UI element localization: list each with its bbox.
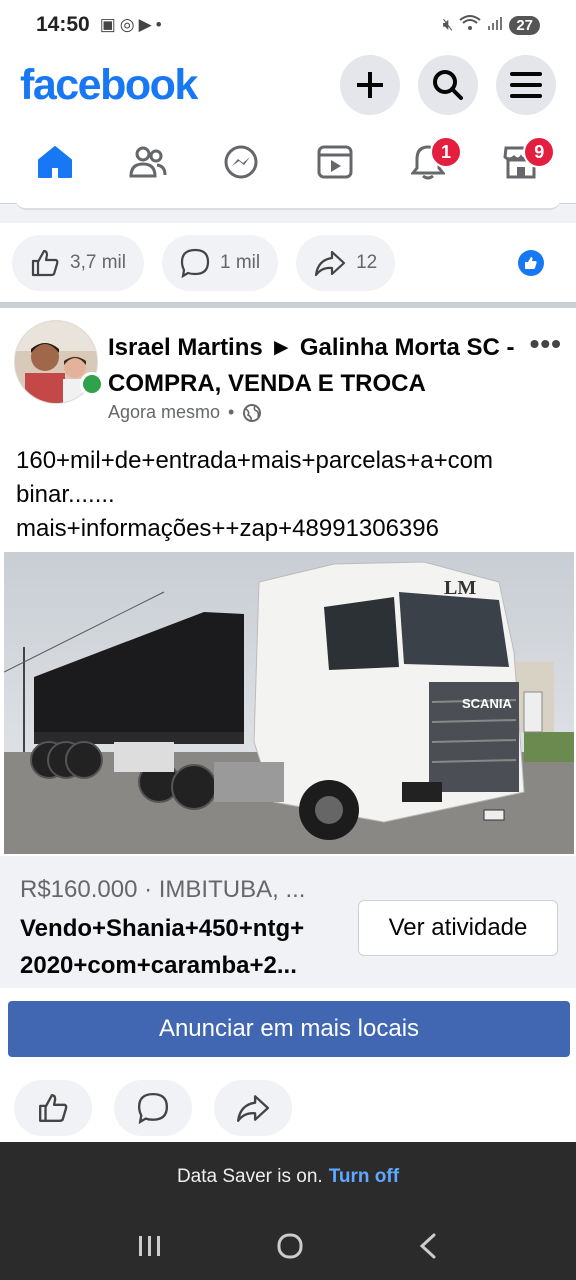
truck-logo: LM (444, 577, 476, 599)
like-count-button[interactable]: 3,7 mil (12, 235, 144, 291)
plus-icon (357, 72, 383, 98)
youtube-icon: ▶ (138, 15, 152, 34)
create-button[interactable] (340, 55, 400, 115)
post-time[interactable]: Agora mesmo (108, 402, 220, 423)
comment-icon (137, 1092, 169, 1124)
video-icon (317, 145, 353, 179)
listing-card[interactable]: R$160.000 · IMBITUBA, ... Vendo+Shania+4… (0, 856, 576, 988)
status-right: 🔇︎ 27 (443, 14, 540, 37)
notifications-badge: 1 (429, 136, 462, 168)
system-navigation-bar (0, 1212, 576, 1280)
data-saver-text: Data Saver is on. (176, 1166, 323, 1187)
status-time: 14:50 (36, 13, 90, 36)
status-notification-icons: ▣ ◎ ▶ • (100, 15, 162, 35)
share-icon (314, 250, 346, 277)
comment-count: 1 mil (219, 252, 261, 273)
tab-home[interactable] (25, 132, 85, 192)
app-header: facebook (0, 50, 576, 120)
share-count: 12 (356, 252, 378, 273)
dot-icon: • (155, 15, 162, 34)
post-author-and-group[interactable]: Israel Martins ► Galinha Morta SC - COMP… (108, 330, 528, 402)
globe-icon (243, 403, 262, 422)
post-actions (0, 1080, 576, 1140)
tab-watch[interactable] (305, 132, 365, 192)
facebook-logo[interactable]: facebook (20, 61, 198, 110)
main-nav: 1 9 (0, 122, 576, 202)
view-activity-button[interactable]: Ver atividade (358, 900, 558, 956)
gallery-icon: ▣ (99, 15, 116, 34)
previous-post-actions: 3,7 mil 1 mil 12 (0, 224, 576, 302)
post-body: 160+mil+de+entrada+mais+parcelas+a+com b… (16, 447, 493, 542)
back-icon[interactable] (417, 1232, 439, 1260)
search-icon (433, 70, 463, 100)
advertise-more-places-button[interactable]: Anunciar em mais locais (8, 1001, 570, 1057)
post-header: Israel Martins ► Galinha Morta SC - COMP… (0, 316, 576, 426)
tab-messenger[interactable] (211, 132, 271, 192)
friends-icon (129, 146, 167, 178)
home-circle-icon[interactable] (276, 1232, 304, 1260)
like-count: 3,7 mil (70, 252, 126, 273)
recent-apps-icon[interactable] (137, 1234, 163, 1258)
wifi-icon (459, 14, 481, 37)
thumbs-up-icon (39, 1094, 68, 1122)
post-meta: Agora mesmo • (108, 402, 262, 423)
post-photo[interactable]: SCANIA LM (4, 552, 574, 854)
comment-count-button[interactable]: 1 mil (161, 235, 279, 291)
thumbs-up-icon (31, 249, 59, 277)
truck-brand: SCANIA (462, 696, 512, 711)
home-icon (37, 146, 72, 178)
tab-marketplace[interactable]: 9 (491, 132, 556, 192)
comment-icon (180, 248, 210, 278)
search-button[interactable] (418, 55, 478, 115)
menu-button[interactable] (496, 55, 556, 115)
feed-separator (0, 198, 576, 223)
comment-button[interactable] (114, 1080, 192, 1136)
turn-off-link[interactable]: Turn off (329, 1166, 399, 1188)
previous-card-edge (16, 198, 560, 210)
more-options-icon[interactable]: ••• (530, 328, 562, 360)
mute-icon: 🔇︎ (442, 15, 454, 34)
listing-price-location: R$160.000 · IMBITUBA, ... (20, 876, 306, 903)
online-status-dot (80, 372, 104, 396)
post-divider (0, 302, 576, 308)
share-icon (236, 1095, 270, 1122)
tab-notifications[interactable]: 1 (398, 132, 462, 192)
tab-friends[interactable] (118, 132, 178, 192)
like-reaction-icon (518, 250, 544, 276)
status-bar: 14:50 ▣ ◎ ▶ • 🔇︎ 27 (0, 0, 576, 50)
marketplace-badge: 9 (523, 136, 556, 168)
share-count-button[interactable]: 12 (296, 235, 396, 291)
battery-indicator: 27 (509, 15, 540, 35)
share-button[interactable] (214, 1080, 292, 1136)
signal-icon (487, 15, 503, 36)
whatsapp-icon: ◎ (119, 15, 135, 34)
listing-title: Vendo+Shania+450+ntg+ 2020+com+caramba+2… (20, 915, 305, 979)
like-button[interactable] (14, 1080, 92, 1136)
hamburger-icon (510, 72, 542, 98)
messenger-icon (224, 145, 258, 179)
data-saver-banner: Data Saver is on. Turn off (0, 1142, 576, 1212)
